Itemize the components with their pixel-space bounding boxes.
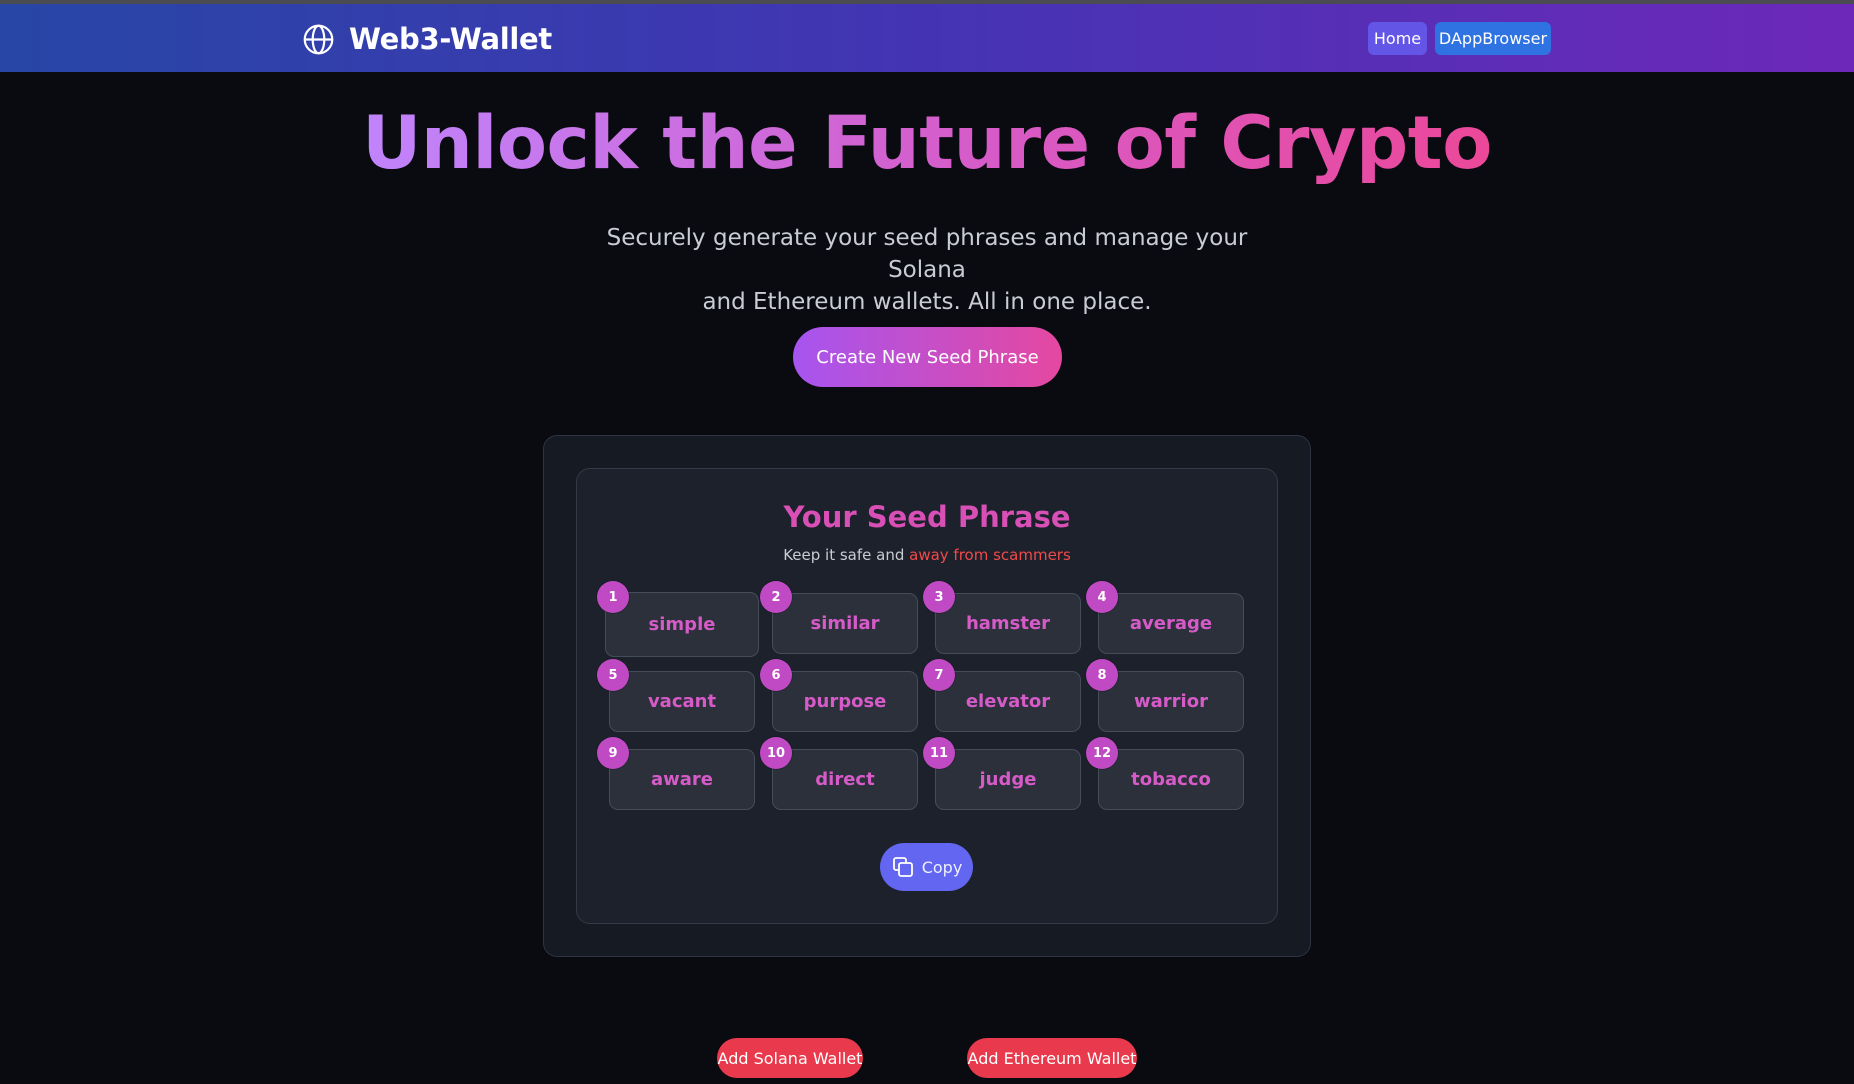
seed-word-number-badge: 4 xyxy=(1086,581,1118,613)
seed-word: purpose xyxy=(772,671,918,732)
hero-subtitle-line-1: Securely generate your seed phrases and … xyxy=(606,225,1248,283)
add-solana-wallet-button[interactable]: Add Solana Wallet xyxy=(717,1038,863,1078)
copy-seed-phrase-button[interactable]: Copy xyxy=(880,843,973,891)
seed-word-number-badge: 9 xyxy=(597,737,629,769)
seed-phrase-subtitle: Keep it safe and away from scammers xyxy=(576,546,1278,564)
seed-word-number-badge: 8 xyxy=(1086,659,1118,691)
seed-word-number-badge: 7 xyxy=(923,659,955,691)
seed-phrase-subtitle-text: Keep it safe and xyxy=(783,546,910,564)
seed-word: direct xyxy=(772,749,918,810)
seed-word: hamster xyxy=(935,593,1081,654)
brand[interactable]: Web3-Wallet xyxy=(302,22,552,56)
copy-button-label: Copy xyxy=(921,857,963,877)
seed-word-number-badge: 11 xyxy=(923,737,955,769)
scammer-warning-text: away from scammers xyxy=(909,546,1071,564)
seed-word-number-badge: 1 xyxy=(597,581,629,613)
add-ethereum-wallet-button[interactable]: Add Ethereum Wallet xyxy=(967,1038,1137,1078)
brand-name: Web3-Wallet xyxy=(349,22,552,56)
seed-word: judge xyxy=(935,749,1081,810)
navbar: Web3-Wallet Home DAppBrowser xyxy=(0,4,1854,72)
copy-icon xyxy=(892,857,913,877)
nav-dappbrowser-button[interactable]: DAppBrowser xyxy=(1435,22,1551,55)
globe-icon xyxy=(303,24,334,54)
hero-title: Unlock the Future of Crypto xyxy=(362,101,1492,186)
seed-word: vacant xyxy=(609,671,755,732)
seed-word-number-badge: 3 xyxy=(923,581,955,613)
seed-word-number-badge: 2 xyxy=(760,581,792,613)
seed-word-number-badge: 12 xyxy=(1086,737,1118,769)
seed-word: similar xyxy=(772,593,918,654)
seed-word: average xyxy=(1098,593,1244,654)
seed-word: warrior xyxy=(1098,671,1244,732)
seed-word-number-badge: 6 xyxy=(760,659,792,691)
seed-word: elevator xyxy=(935,671,1081,732)
hero-subtitle: Securely generate your seed phrases and … xyxy=(577,222,1277,318)
seed-word: tobacco xyxy=(1098,749,1244,810)
create-seed-phrase-button[interactable]: Create New Seed Phrase xyxy=(793,327,1062,387)
seed-phrase-title: Your Seed Phrase xyxy=(783,500,1071,534)
seed-word: aware xyxy=(609,749,755,810)
hero-subtitle-line-2: and Ethereum wallets. All in one place. xyxy=(702,289,1152,315)
nav-home-button[interactable]: Home xyxy=(1368,22,1427,55)
seed-word-number-badge: 5 xyxy=(597,659,629,691)
seed-word-number-badge: 10 xyxy=(760,737,792,769)
